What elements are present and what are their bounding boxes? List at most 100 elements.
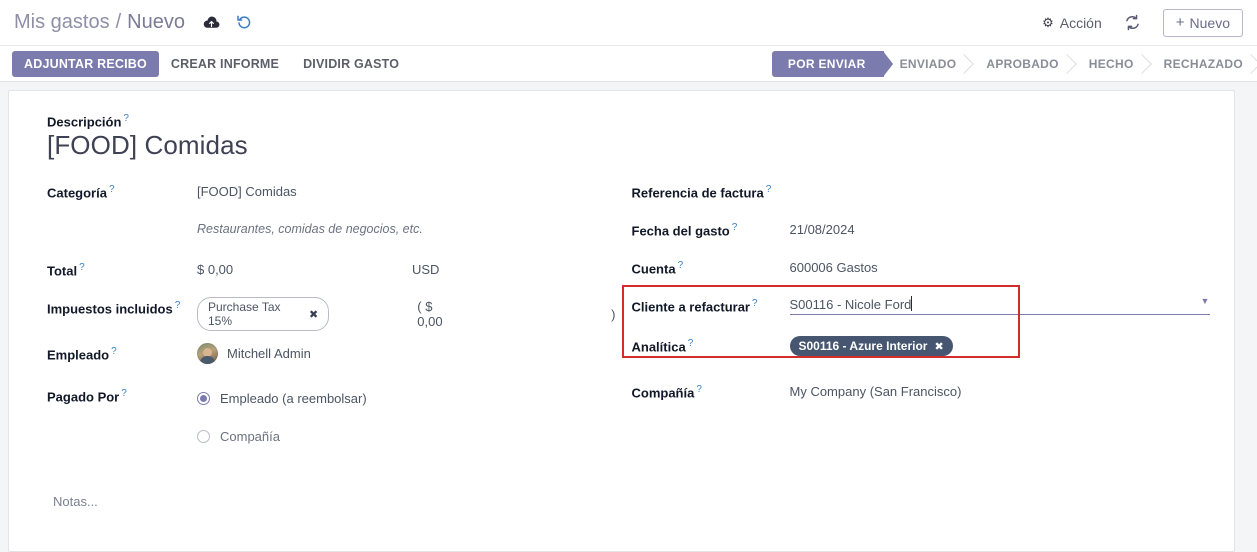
total-tooltip-icon[interactable]: ?	[79, 262, 85, 273]
employee-name[interactable]: Mitchell Admin	[227, 346, 311, 361]
analytic-label: Analítica?	[632, 335, 790, 354]
expense-date-label: Fecha del gasto?	[632, 219, 790, 238]
radio-company[interactable]	[197, 429, 210, 443]
tax-tag-remove-icon[interactable]: ✖	[309, 308, 318, 321]
category-field: Categoría? [FOOD] Comidas	[47, 181, 616, 219]
description-value[interactable]: [FOOD] Comidas	[47, 130, 1204, 161]
plus-icon: +	[1175, 14, 1185, 31]
status-stage-hecho[interactable]: HECHO	[1073, 51, 1148, 77]
attach-receipt-button[interactable]: ADJUNTAR RECIBO	[12, 50, 159, 77]
create-report-button[interactable]: CREAR INFORME	[159, 51, 291, 77]
control-panel-buttons: ADJUNTAR RECIBO CREAR INFORME DIVIDIR GA…	[0, 46, 1257, 82]
account-tooltip-icon[interactable]: ?	[678, 260, 684, 271]
paid-by-label-text: Pagado Por	[47, 389, 120, 405]
analytic-tag-label: S00116 - Azure Interior	[798, 339, 928, 354]
paid-by-options: Empleado (a reembolsar) Compañía	[197, 385, 367, 449]
paid-by-employee-label: Empleado (a reembolsar)	[220, 390, 367, 406]
expense-date-field: Fecha del gasto? 21/08/2024	[632, 219, 1205, 257]
paid-by-field: Pagado Por? Empleado (a reembolsar) Comp…	[47, 385, 616, 449]
paid-by-label: Pagado Por?	[47, 385, 197, 404]
company-label-text: Compañía	[631, 385, 695, 401]
analytic-field: Analítica? S00116 - Azure Interior ✖	[632, 335, 1205, 375]
customer-to-reinvoice-value[interactable]: S00116 - Nicole Ford	[790, 297, 912, 312]
status-stage-rechazado[interactable]: RECHAZADO	[1148, 51, 1257, 77]
tax-tag-label: Purchase Tax 15%	[208, 300, 281, 329]
account-label: Cuenta?	[632, 257, 790, 276]
new-record-label: Nuevo	[1189, 14, 1230, 31]
refresh-icon[interactable]	[1124, 14, 1141, 31]
account-field: Cuenta? 600006 Gastos	[632, 257, 1205, 295]
analytic-label-text: Analítica	[631, 339, 686, 355]
category-hint: Restaurantes, comidas de negocios, etc.	[197, 222, 423, 237]
company-value[interactable]: My Company (San Francisco)	[790, 381, 962, 399]
category-hint-spacer	[47, 219, 197, 222]
total-currency[interactable]: USD	[412, 262, 439, 277]
employee-label: Empleado?	[47, 343, 197, 362]
input-underline	[789, 314, 1210, 316]
action-menu-label: Acción	[1059, 14, 1102, 31]
status-stage-aprobado[interactable]: APROBADO	[970, 51, 1072, 77]
category-value[interactable]: [FOOD] Comidas	[197, 181, 297, 199]
customer-to-reinvoice-input-wrap: S00116 - Nicole Ford ▼	[789, 295, 1210, 316]
tax-amount-open: ( $ 0,00	[417, 299, 443, 330]
taxes-tooltip-icon[interactable]: ?	[175, 300, 181, 311]
analytic-value: S00116 - Azure Interior ✖	[789, 335, 953, 357]
customer-to-reinvoice-label: Cliente a refacturar?	[632, 295, 790, 314]
status-stage-por-enviar[interactable]: POR ENVIAR	[771, 50, 893, 77]
analytic-tooltip-icon[interactable]: ?	[688, 338, 694, 349]
status-stage-enviado[interactable]: ENVIADO	[884, 51, 971, 77]
breadcrumb-current: Nuevo	[127, 11, 185, 33]
account-label-text: Cuenta	[631, 261, 676, 277]
account-value[interactable]: 600006 Gastos	[790, 257, 878, 275]
notes-placeholder[interactable]: Notas...	[53, 494, 98, 509]
form-column-right: Referencia de factura? Fecha del gasto? …	[621, 181, 1210, 449]
employee-value-row: Mitchell Admin	[197, 343, 311, 365]
analytic-tag-remove-icon[interactable]: ✖	[934, 340, 943, 353]
paid-by-tooltip-icon[interactable]: ?	[121, 388, 127, 399]
undo-icon[interactable]	[236, 15, 252, 30]
tax-amount-close: )	[611, 306, 616, 322]
total-value-row: $ 0,00 USD	[197, 259, 616, 277]
bill-reference-label: Referencia de factura?	[632, 181, 790, 200]
form-column-left: Categoría? [FOOD] Comidas Restaurantes, …	[47, 181, 626, 449]
cloud-upload-icon[interactable]	[203, 16, 220, 30]
category-label: Categoría?	[47, 181, 197, 200]
chevron-down-icon[interactable]: ▼	[1201, 297, 1210, 306]
category-tooltip-icon[interactable]: ?	[109, 184, 115, 195]
paid-by-option-employee[interactable]: Empleado (a reembolsar)	[197, 385, 367, 411]
customer-to-reinvoice-tooltip-icon[interactable]: ?	[752, 298, 758, 309]
description-tooltip-icon[interactable]: ?	[123, 113, 129, 124]
expense-date-value[interactable]: 21/08/2024	[790, 219, 855, 237]
company-tooltip-icon[interactable]: ?	[696, 384, 702, 395]
breadcrumb-separator: /	[115, 11, 122, 33]
control-panel-actions: ⚙ Acción + Nuevo	[1042, 8, 1247, 37]
bill-reference-tooltip-icon[interactable]: ?	[766, 184, 772, 195]
radio-employee[interactable]	[197, 391, 210, 405]
total-amount[interactable]: $ 0,00	[197, 262, 412, 277]
category-hint-row: Restaurantes, comidas de negocios, etc.	[47, 219, 616, 259]
taxes-field: Impuestos incluidos? Purchase Tax 15% ✖ …	[47, 297, 616, 343]
action-menu-button[interactable]: ⚙ Acción	[1042, 15, 1102, 31]
text-cursor	[910, 296, 912, 312]
tax-tag[interactable]: Purchase Tax 15% ✖	[197, 297, 330, 332]
avatar	[197, 343, 218, 365]
split-expense-button[interactable]: DIVIDIR GASTO	[291, 51, 411, 77]
total-label-text: Total	[47, 263, 78, 279]
taxes-label-text: Impuestos incluidos	[47, 301, 173, 317]
employee-tooltip-icon[interactable]: ?	[111, 346, 117, 357]
form-columns: Categoría? [FOOD] Comidas Restaurantes, …	[47, 181, 1210, 449]
company-label: Compañía?	[632, 381, 790, 400]
total-field: Total? $ 0,00 USD	[47, 259, 616, 297]
customer-to-reinvoice-field: Cliente a refacturar? S00116 - Nicole Fo…	[632, 295, 1210, 335]
breadcrumb-parent[interactable]: Mis gastos	[14, 11, 110, 34]
paid-by-company-label: Compañía	[220, 428, 280, 444]
paid-by-option-company[interactable]: Compañía	[197, 423, 367, 449]
new-record-button[interactable]: + Nuevo	[1162, 8, 1243, 37]
employee-field: Empleado? Mitchell Admin	[47, 343, 616, 385]
breadcrumb-actions	[203, 15, 252, 30]
total-label: Total?	[47, 259, 197, 278]
bill-reference-field: Referencia de factura?	[632, 181, 1205, 219]
description-field: Descripción? [FOOD] Comidas	[47, 113, 1204, 161]
expense-date-tooltip-icon[interactable]: ?	[732, 222, 738, 233]
analytic-tag[interactable]: S00116 - Azure Interior ✖	[789, 336, 953, 357]
